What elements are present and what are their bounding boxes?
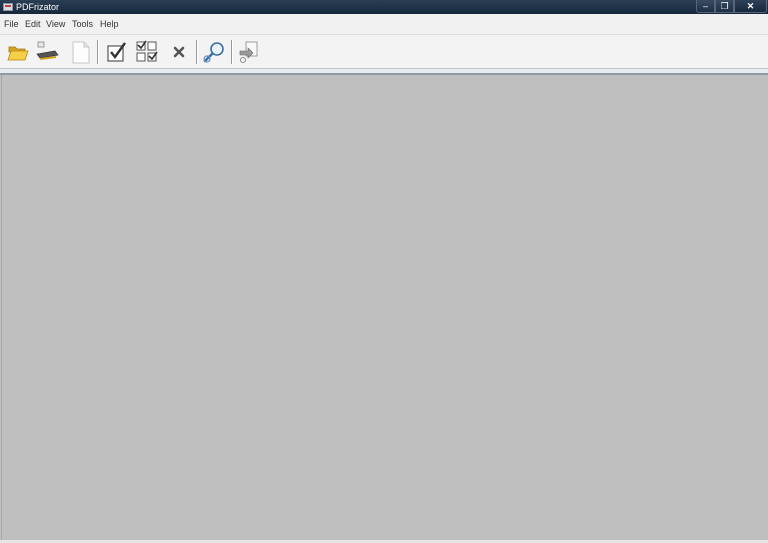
document-export-icon bbox=[239, 41, 258, 63]
delete-button[interactable] bbox=[166, 39, 192, 65]
search-icon bbox=[203, 42, 224, 63]
check-all-icon bbox=[136, 40, 158, 62]
toolbar-separator bbox=[231, 40, 233, 64]
check-all-button[interactable] bbox=[134, 39, 160, 65]
window-title: PDFrizator bbox=[16, 2, 60, 12]
close-button[interactable]: ✕ bbox=[734, 0, 767, 13]
export-button[interactable] bbox=[236, 39, 262, 65]
scan-icon bbox=[36, 41, 59, 60]
minimize-button[interactable]: – bbox=[696, 0, 715, 13]
folder-open-icon bbox=[7, 46, 29, 61]
document-workspace[interactable] bbox=[1, 75, 767, 540]
toolbar-separator bbox=[196, 40, 198, 64]
window-titlebar: PDFrizator – ❐ ✕ bbox=[0, 0, 768, 14]
toolbar bbox=[0, 35, 768, 69]
menu-edit[interactable]: Edit bbox=[25, 18, 41, 30]
menu-file[interactable]: File bbox=[4, 18, 19, 30]
check-icon bbox=[107, 42, 126, 62]
check-button[interactable] bbox=[104, 39, 130, 65]
new-document-icon bbox=[72, 41, 90, 64]
new-document-button[interactable] bbox=[68, 39, 94, 65]
scan-button[interactable] bbox=[35, 39, 61, 65]
delete-icon bbox=[173, 46, 185, 58]
app-icon[interactable] bbox=[3, 3, 13, 11]
open-button[interactable] bbox=[5, 39, 31, 65]
menu-help[interactable]: Help bbox=[100, 18, 119, 30]
maximize-button[interactable]: ❐ bbox=[715, 0, 734, 13]
menu-bar: File Edit View Tools Help bbox=[0, 14, 768, 35]
toolbar-separator bbox=[97, 40, 99, 64]
menu-tools[interactable]: Tools bbox=[72, 18, 93, 30]
search-button[interactable] bbox=[201, 39, 227, 65]
menu-view[interactable]: View bbox=[46, 18, 65, 30]
